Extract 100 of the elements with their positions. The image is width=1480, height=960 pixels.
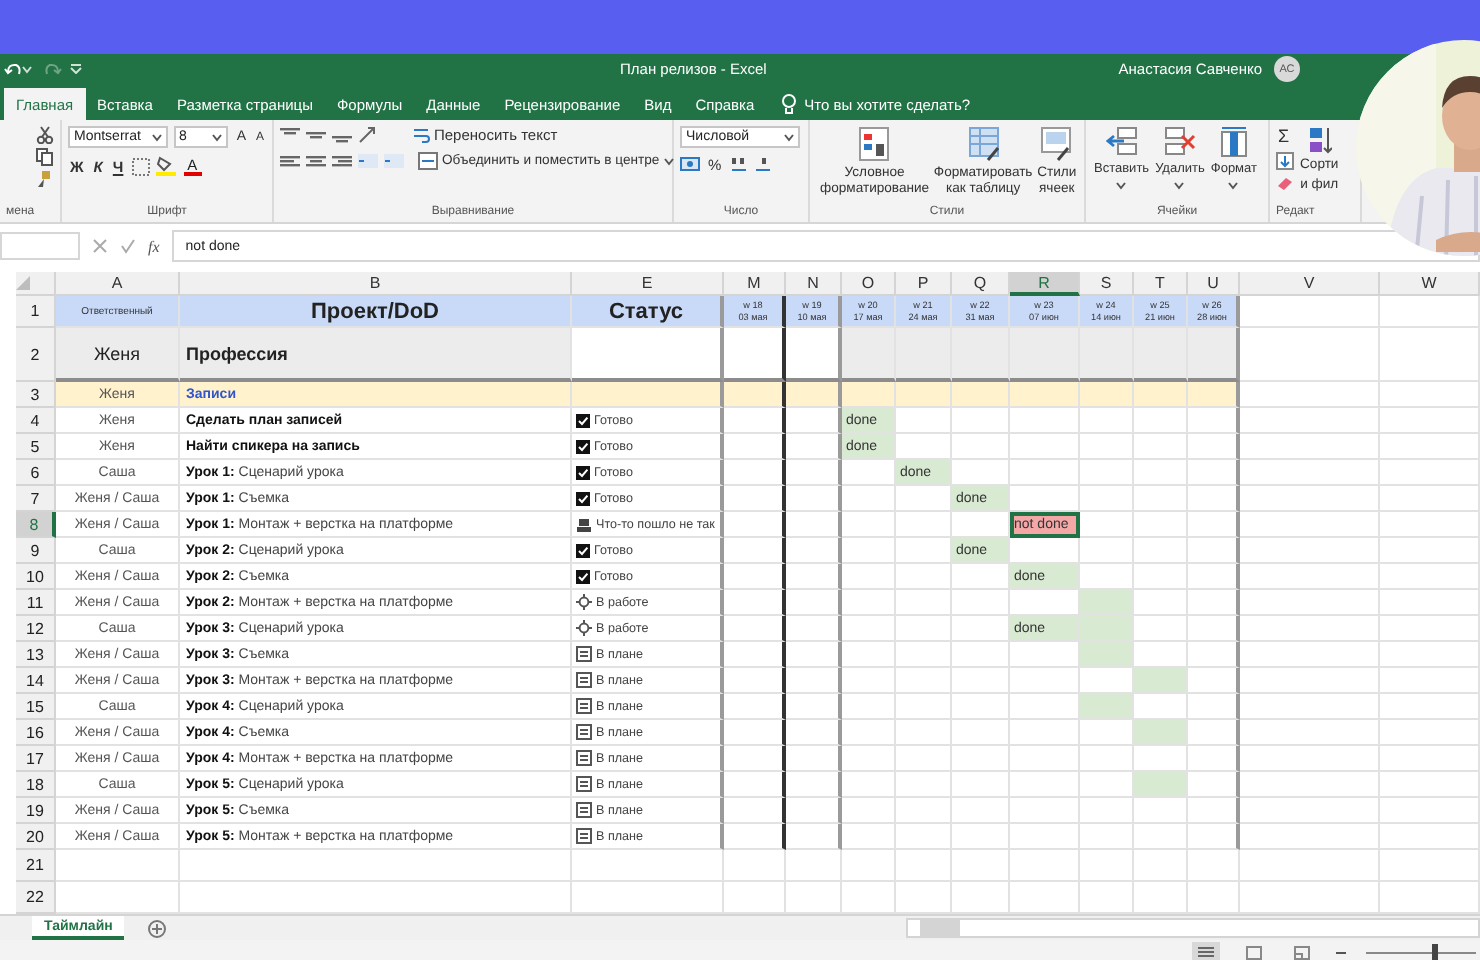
timeline-cell[interactable] [724,694,786,720]
timeline-cell[interactable] [1188,642,1240,668]
row-header[interactable]: 17 [16,746,56,772]
zoom-thumb[interactable] [1432,943,1438,960]
row-header[interactable]: 2 [16,328,56,382]
scissors-icon[interactable] [36,126,54,144]
timeline-cell[interactable] [1188,538,1240,564]
timeline-cell[interactable] [1188,460,1240,486]
row-header[interactable]: 9 [16,538,56,564]
column-header[interactable]: S [1080,272,1134,296]
timeline-cell[interactable] [786,824,842,850]
column-header[interactable]: W [1380,272,1480,296]
row-header[interactable]: 14 [16,668,56,694]
timeline-cell[interactable] [724,486,786,512]
timeline-cell[interactable] [1188,434,1240,460]
timeline-cell[interactable] [724,538,786,564]
column-header[interactable]: T [1134,272,1188,296]
column-header[interactable]: O [842,272,896,296]
timeline-cell[interactable] [724,642,786,668]
timeline-cell[interactable] [1188,408,1240,434]
orientation-icon[interactable] [358,126,378,144]
timeline-cell[interactable] [1188,772,1240,798]
timeline-cell[interactable] [786,772,842,798]
decrease-decimal-icon[interactable] [753,156,772,174]
timeline-cell[interactable] [724,668,786,694]
corner-icon[interactable] [16,276,30,290]
row-header[interactable]: 7 [16,486,56,512]
column-header[interactable]: Q [952,272,1010,296]
add-sheet-icon[interactable] [148,919,167,937]
timeline-cell[interactable] [786,668,842,694]
column-header[interactable]: E [572,272,724,296]
cancel-icon[interactable] [92,238,108,254]
fill-color-icon[interactable] [155,156,176,176]
caret-icon[interactable] [22,65,32,73]
timeline-cell[interactable] [786,798,842,824]
timeline-cell[interactable] [786,486,842,512]
align-center-icon[interactable] [306,152,326,170]
customize-icon[interactable] [70,64,82,74]
currency-icon[interactable] [680,156,700,174]
insert-function-button[interactable]: fx [148,237,160,255]
redo-icon[interactable] [44,61,62,77]
align-middle-icon[interactable] [306,126,326,144]
timeline-cell[interactable] [786,694,842,720]
timeline-cell[interactable] [786,642,842,668]
row-header[interactable]: 11 [16,590,56,616]
timeline-cell[interactable] [786,746,842,772]
timeline-cell[interactable] [724,772,786,798]
timeline-cell[interactable] [786,720,842,746]
column-header[interactable]: N [786,272,842,296]
timeline-cell[interactable] [724,590,786,616]
normal-view-button[interactable] [1192,941,1220,960]
timeline-cell[interactable] [1188,486,1240,512]
column-header[interactable]: A [56,272,180,296]
row-header[interactable]: 22 [16,882,56,914]
timeline-cell[interactable] [724,434,786,460]
zoom-out-icon[interactable] [1336,949,1346,955]
row-header[interactable]: 1 [16,296,56,328]
row-header[interactable]: 16 [16,720,56,746]
timeline-cell[interactable] [786,460,842,486]
undo-icon[interactable] [4,61,22,77]
timeline-cell[interactable] [724,824,786,850]
page-break-button[interactable] [1288,941,1316,960]
page-layout-button[interactable] [1240,941,1268,960]
timeline-cell[interactable] [724,460,786,486]
row-header[interactable]: 6 [16,460,56,486]
row-header[interactable]: 10 [16,564,56,590]
timeline-cell[interactable] [786,538,842,564]
row-header[interactable]: 15 [16,694,56,720]
column-header[interactable]: U [1188,272,1240,296]
timeline-cell[interactable] [724,720,786,746]
row-header[interactable]: 8 [16,512,56,538]
brush-icon[interactable] [36,170,54,188]
increase-decimal-icon[interactable] [729,156,748,174]
align-left-icon[interactable] [280,152,300,170]
timeline-cell[interactable] [724,512,786,538]
timeline-cell[interactable] [1188,694,1240,720]
row-header[interactable]: 5 [16,434,56,460]
row-header[interactable]: 12 [16,616,56,642]
timeline-cell[interactable] [1188,564,1240,590]
scroll-thumb[interactable] [920,920,960,936]
row-header[interactable]: 19 [16,798,56,824]
timeline-cell[interactable] [786,590,842,616]
select-all-button[interactable] [16,272,56,296]
column-header[interactable]: V [1240,272,1380,296]
timeline-cell[interactable] [724,746,786,772]
timeline-cell[interactable] [724,616,786,642]
column-header[interactable]: P [896,272,952,296]
autosum-button[interactable]: Σ [1276,126,1294,146]
timeline-cell[interactable] [1188,746,1240,772]
fill-down-icon[interactable] [1276,152,1294,170]
timeline-cell[interactable] [1188,616,1240,642]
row-header[interactable]: 3 [16,382,56,408]
row-header[interactable]: 20 [16,824,56,850]
row-header[interactable]: 4 [16,408,56,434]
copy-icon[interactable] [36,148,54,166]
indent-increase-icon[interactable] [384,152,404,170]
name-box[interactable] [0,232,80,260]
row-header[interactable]: 21 [16,850,56,882]
timeline-cell[interactable] [1188,512,1240,538]
column-header[interactable]: M [724,272,786,296]
